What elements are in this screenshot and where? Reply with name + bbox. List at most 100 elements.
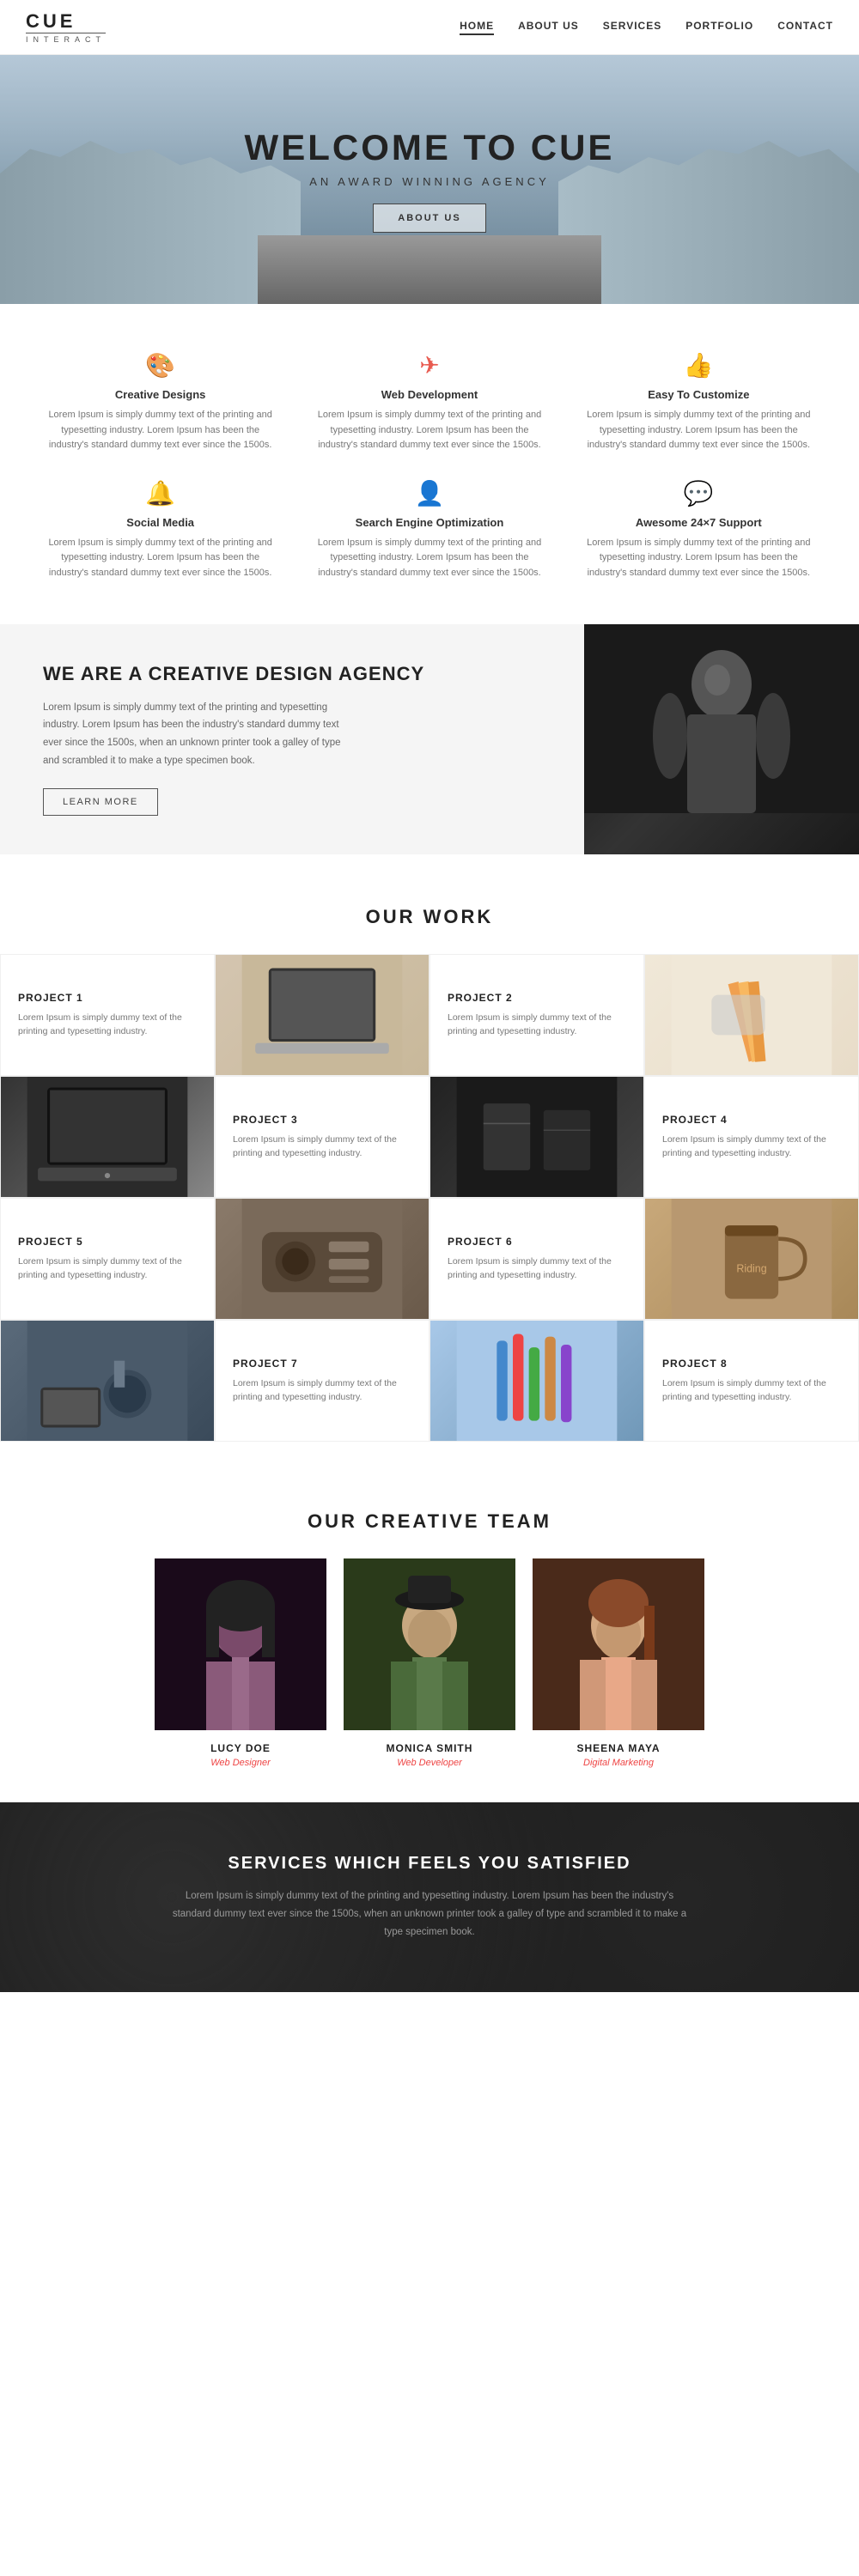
team-grid: LUCY DOE Web Designer (34, 1558, 825, 1768)
nav-contact[interactable]: CONTACT (777, 20, 833, 35)
work-cell-img8[interactable] (430, 1320, 644, 1442)
pencil-svg (645, 955, 858, 1075)
person-photo (584, 624, 859, 855)
service-easy-customize: 👍 Easy To Customize Lorem Ipsum is simpl… (573, 351, 825, 453)
project3-title: PROJECT 3 (233, 1114, 411, 1126)
team-section: OUR CREATIVE TEAM (0, 1467, 859, 1802)
work-row-1: PROJECT 1 Lorem Ipsum is simply dummy te… (0, 954, 859, 1076)
sheena-name: SHEENA MAYA (533, 1742, 704, 1754)
footer-title: SERVICES WHICH FEELS YOU SATISFIED (69, 1854, 790, 1874)
work-cell-img1[interactable] (215, 954, 430, 1076)
desk-image (1, 1321, 214, 1441)
work-row-2: PROJECT 3 Lorem Ipsum is simply dummy te… (0, 1076, 859, 1198)
hero-cta-button[interactable]: ABOUT US (373, 204, 485, 233)
palette-icon: 🎨 (43, 351, 277, 380)
service-desc-6: Lorem Ipsum is simply dummy text of the … (582, 536, 816, 581)
logo-tagline: INTERACT (26, 33, 106, 44)
work-cell-project2-text: PROJECT 2 Lorem Ipsum is simply dummy te… (430, 954, 644, 1076)
service-desc-5: Lorem Ipsum is simply dummy text of the … (312, 536, 546, 581)
work-cell-project6-text: PROJECT 6 Lorem Ipsum is simply dummy te… (430, 1198, 644, 1320)
work-row-4: PROJECT 7 Lorem Ipsum is simply dummy te… (0, 1320, 859, 1442)
project5-title: PROJECT 5 (18, 1236, 197, 1248)
project2-desc: Lorem Ipsum is simply dummy text of the … (448, 1011, 626, 1040)
radio-svg (216, 1199, 429, 1319)
sheena-photo-img (533, 1558, 704, 1730)
hero-title: WELCOME TO CUE (245, 127, 615, 168)
cup-svg: Riding (645, 1199, 858, 1319)
person-icon: 👤 (312, 479, 546, 507)
service-social-media: 🔔 Social Media Lorem Ipsum is simply dum… (34, 479, 286, 581)
agency-image (584, 624, 859, 855)
nav-services[interactable]: SERVICES (603, 20, 661, 35)
service-desc-3: Lorem Ipsum is simply dummy text of the … (582, 408, 816, 453)
lucy-photo-img (155, 1558, 326, 1730)
work-cell-project8-text: PROJECT 8 Lorem Ipsum is simply dummy te… (644, 1320, 859, 1442)
work-cell-img6[interactable]: Riding (644, 1198, 859, 1320)
lucy-svg (155, 1558, 326, 1730)
monica-role: Web Developer (344, 1758, 515, 1768)
desk-svg (1, 1321, 214, 1441)
thumbsup-icon: 👍 (582, 351, 816, 380)
plane-icon: ✈ (312, 351, 546, 380)
cup-image: Riding (645, 1199, 858, 1319)
nav-links: HOME ABOUT US SERVICES PORTFOLIO CONTACT (460, 20, 833, 35)
service-web-development: ✈ Web Development Lorem Ipsum is simply … (303, 351, 555, 453)
navigation: cue INTERACT HOME ABOUT US SERVICES PORT… (0, 0, 859, 55)
project7-desc: Lorem Ipsum is simply dummy text of the … (233, 1376, 411, 1406)
footer-desc: Lorem Ipsum is simply dummy text of the … (172, 1887, 687, 1941)
agency-section: WE ARE A CREATIVE DESIGN AGENCY Lorem Ip… (0, 624, 859, 855)
nav-home[interactable]: HOME (460, 20, 494, 35)
monica-svg (344, 1558, 515, 1730)
work-cell-img3[interactable] (0, 1076, 215, 1198)
project8-title: PROJECT 8 (662, 1358, 841, 1370)
project6-desc: Lorem Ipsum is simply dummy text of the … (448, 1255, 626, 1284)
pencil-image (645, 955, 858, 1075)
lucy-role: Web Designer (155, 1758, 326, 1768)
nav-about[interactable]: ABOUT US (518, 20, 579, 35)
service-support: 💬 Awesome 24×7 Support Lorem Ipsum is si… (573, 479, 825, 581)
work-cell-img7[interactable] (0, 1320, 215, 1442)
tech-image (430, 1077, 643, 1197)
services-section: 🎨 Creative Designs Lorem Ipsum is simply… (0, 304, 859, 616)
nav-portfolio[interactable]: PORTFOLIO (685, 20, 753, 35)
service-title-2: Web Development (312, 388, 546, 401)
laptop-image (216, 955, 429, 1075)
work-cell-project3-text: PROJECT 3 Lorem Ipsum is simply dummy te… (215, 1076, 430, 1198)
sheena-photo (533, 1558, 704, 1730)
work-row-3: PROJECT 5 Lorem Ipsum is simply dummy te… (0, 1198, 859, 1320)
hero-road (258, 235, 601, 304)
agency-title: WE ARE A CREATIVE DESIGN AGENCY (43, 663, 541, 685)
service-title-5: Search Engine Optimization (312, 516, 546, 529)
agency-text: WE ARE A CREATIVE DESIGN AGENCY Lorem Ip… (0, 624, 584, 855)
logo[interactable]: cue INTERACT (26, 10, 106, 44)
work-cell-img5[interactable] (215, 1198, 430, 1320)
service-title-1: Creative Designs (43, 388, 277, 401)
svg-text:Riding: Riding (736, 1263, 766, 1275)
team-section-title: OUR CREATIVE TEAM (34, 1510, 825, 1533)
service-desc-4: Lorem Ipsum is simply dummy text of the … (43, 536, 277, 581)
person-svg (584, 624, 859, 813)
sheena-svg (533, 1558, 704, 1730)
learn-more-button[interactable]: LEARN MORE (43, 788, 158, 816)
project1-title: PROJECT 1 (18, 992, 197, 1004)
laptop-svg (216, 955, 429, 1075)
lucy-photo (155, 1558, 326, 1730)
logo-name: cue (26, 10, 76, 33)
project7-title: PROJECT 7 (233, 1358, 411, 1370)
work-cell-img2[interactable] (644, 954, 859, 1076)
work-section: OUR WORK PROJECT 1 Lorem Ipsum is simply… (0, 863, 859, 1467)
hero-section: WELCOME TO CUE AN AWARD WINNING AGENCY A… (0, 55, 859, 304)
service-seo: 👤 Search Engine Optimization Lorem Ipsum… (303, 479, 555, 581)
service-title-4: Social Media (43, 516, 277, 529)
footer-section: SERVICES WHICH FEELS YOU SATISFIED Lorem… (0, 1802, 859, 1992)
service-desc-2: Lorem Ipsum is simply dummy text of the … (312, 408, 546, 453)
service-title-6: Awesome 24×7 Support (582, 516, 816, 529)
project4-desc: Lorem Ipsum is simply dummy text of the … (662, 1133, 841, 1162)
work-cell-img4[interactable] (430, 1076, 644, 1198)
bell-icon: 🔔 (43, 479, 277, 507)
work-cell-project1-text: PROJECT 1 Lorem Ipsum is simply dummy te… (0, 954, 215, 1076)
team-member-monica: MONICA SMITH Web Developer (344, 1558, 515, 1768)
project8-desc: Lorem Ipsum is simply dummy text of the … (662, 1376, 841, 1406)
project2-title: PROJECT 2 (448, 992, 626, 1004)
work-cell-project5-text: PROJECT 5 Lorem Ipsum is simply dummy te… (0, 1198, 215, 1320)
